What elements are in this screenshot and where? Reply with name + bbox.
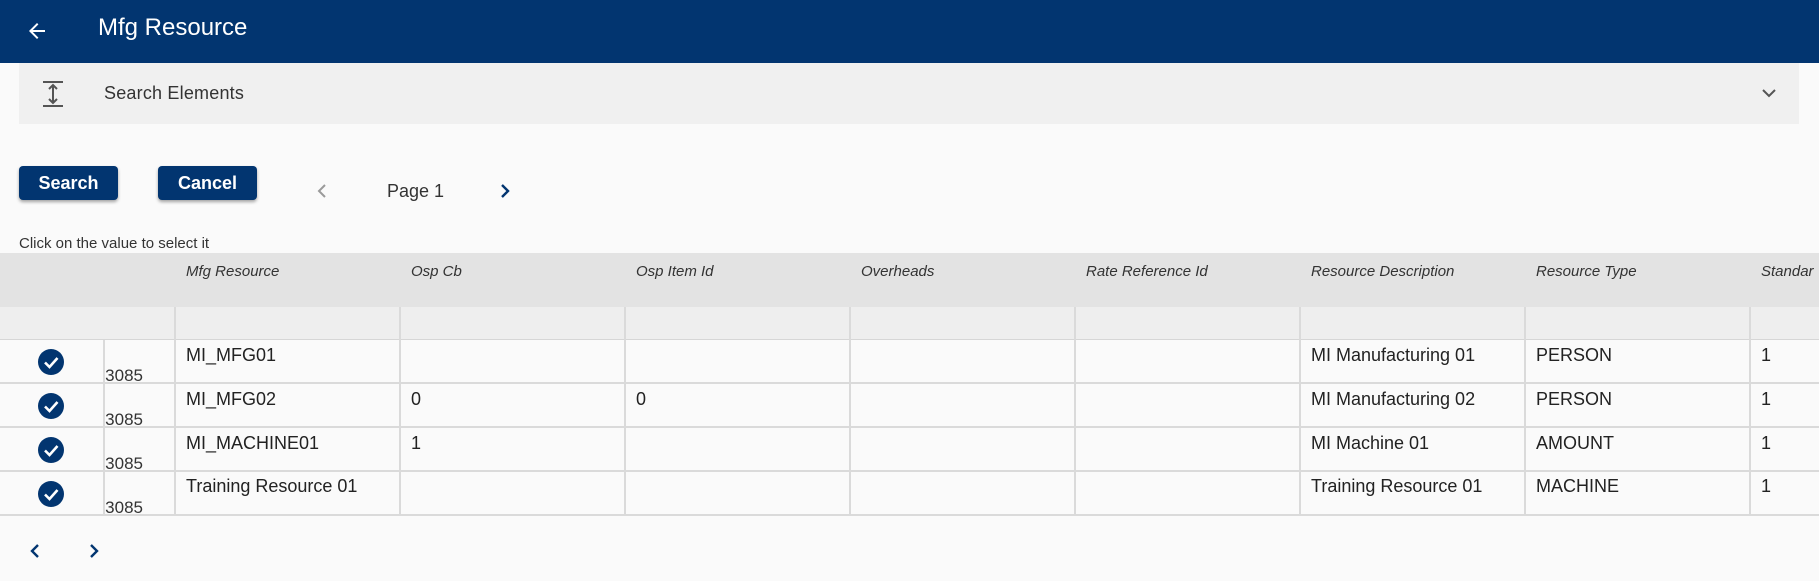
cell-osp-cb[interactable]: 0 bbox=[411, 389, 421, 410]
search-elements-label: Search Elements bbox=[104, 83, 245, 103]
check-circle-icon[interactable] bbox=[37, 480, 65, 508]
cell-resource-type[interactable]: AMOUNT bbox=[1536, 433, 1614, 454]
cell-standard[interactable]: 1 bbox=[1761, 433, 1771, 454]
chevron-left-icon[interactable] bbox=[312, 181, 332, 201]
cell-resource-type[interactable]: MACHINE bbox=[1536, 476, 1619, 497]
expand-vertical-icon bbox=[43, 81, 63, 107]
cell-standard[interactable]: 1 bbox=[1761, 476, 1771, 497]
cell-osp-cb[interactable]: 1 bbox=[411, 433, 421, 454]
app-header: Mfg Resource bbox=[0, 0, 1819, 63]
check-circle-icon[interactable] bbox=[37, 436, 65, 464]
selection-hint: Click on the value to select it bbox=[19, 235, 210, 252]
chevron-down-icon[interactable] bbox=[1759, 83, 1779, 103]
search-button[interactable]: Search bbox=[19, 166, 118, 200]
cell-resource-description[interactable]: Training Resource 01 bbox=[1311, 476, 1482, 497]
arrow-left-icon bbox=[29, 23, 45, 39]
cell-standard[interactable]: 1 bbox=[1761, 389, 1771, 410]
column-header-osp-item-id[interactable]: Osp Item Id bbox=[636, 263, 714, 280]
check-circle-icon[interactable] bbox=[37, 348, 65, 376]
column-header-mfg-resource[interactable]: Mfg Resource bbox=[186, 263, 279, 280]
cell-resource-description[interactable]: MI Machine 01 bbox=[1311, 433, 1429, 454]
column-header-overheads[interactable]: Overheads bbox=[861, 263, 934, 280]
column-divider bbox=[1299, 340, 1301, 516]
filter-standard[interactable] bbox=[1749, 307, 1819, 340]
filter-rate-reference-id[interactable] bbox=[1074, 307, 1299, 340]
filter-osp-item-id[interactable] bbox=[624, 307, 849, 340]
column-header-resource-type[interactable]: Resource Type bbox=[1536, 263, 1637, 280]
search-elements-panel[interactable]: Search Elements bbox=[19, 63, 1799, 124]
filter-resource-type[interactable] bbox=[1524, 307, 1749, 340]
cell-mfg-resource[interactable]: Training Resource 01 bbox=[186, 476, 357, 497]
cell-mfg-resource[interactable]: MI_MFG02 bbox=[186, 389, 276, 410]
table-row[interactable]: 3085 Training Resource 01 Training Resou… bbox=[0, 472, 1819, 516]
chevron-right-icon[interactable] bbox=[84, 541, 104, 561]
cell-mfg-resource[interactable]: MI_MFG01 bbox=[186, 345, 276, 366]
table-row[interactable]: 3085 MI_MFG02 0 0 MI Manufacturing 02 PE… bbox=[0, 384, 1819, 430]
row-id-cell[interactable]: 3085 bbox=[103, 410, 143, 430]
column-divider bbox=[103, 340, 105, 516]
column-divider bbox=[849, 340, 851, 516]
row-id-cell[interactable]: 3085 bbox=[103, 454, 143, 474]
cancel-button[interactable]: Cancel bbox=[158, 166, 257, 200]
column-header-rate-reference-id[interactable]: Rate Reference Id bbox=[1086, 263, 1208, 280]
column-divider bbox=[624, 340, 626, 516]
page-indicator: Page 1 bbox=[387, 181, 445, 201]
filter-resource-description[interactable] bbox=[1299, 307, 1524, 340]
back-button[interactable] bbox=[18, 12, 56, 50]
column-header-standard[interactable]: Standar bbox=[1761, 263, 1814, 280]
column-header-osp-cb[interactable]: Osp Cb bbox=[411, 263, 462, 280]
table-row[interactable]: 3085 MI_MFG01 MI Manufacturing 01 PERSON… bbox=[0, 340, 1819, 386]
column-divider bbox=[174, 340, 176, 516]
cell-resource-type[interactable]: PERSON bbox=[1536, 389, 1612, 410]
chevron-left-icon[interactable] bbox=[25, 541, 45, 561]
filter-overheads[interactable] bbox=[849, 307, 1074, 340]
column-divider bbox=[1749, 340, 1751, 516]
column-divider bbox=[1074, 340, 1076, 516]
page-title: Mfg Resource bbox=[98, 14, 248, 41]
column-header-resource-description[interactable]: Resource Description bbox=[1311, 263, 1454, 280]
row-id-cell[interactable]: 3085 bbox=[103, 498, 143, 516]
cell-standard[interactable]: 1 bbox=[1761, 345, 1771, 366]
cell-resource-type[interactable]: PERSON bbox=[1536, 345, 1612, 366]
cell-resource-description[interactable]: MI Manufacturing 02 bbox=[1311, 389, 1475, 410]
check-circle-icon[interactable] bbox=[37, 392, 65, 420]
chevron-right-icon[interactable] bbox=[495, 181, 515, 201]
filter-osp-cb[interactable] bbox=[399, 307, 624, 340]
column-divider bbox=[1524, 340, 1526, 516]
column-divider bbox=[399, 340, 401, 516]
table-row[interactable]: 3085 MI_MACHINE01 1 MI Machine 01 AMOUNT… bbox=[0, 428, 1819, 474]
cell-mfg-resource[interactable]: MI_MACHINE01 bbox=[186, 433, 319, 454]
row-id-cell[interactable]: 3085 bbox=[103, 366, 143, 386]
cell-resource-description[interactable]: MI Manufacturing 01 bbox=[1311, 345, 1475, 366]
filter-mfg-resource[interactable] bbox=[174, 307, 399, 340]
results-table: Mfg Resource Osp Cb Osp Item Id Overhead… bbox=[0, 253, 1819, 516]
table-header-row: Mfg Resource Osp Cb Osp Item Id Overhead… bbox=[0, 253, 1819, 307]
cell-osp-item-id[interactable]: 0 bbox=[636, 389, 646, 410]
